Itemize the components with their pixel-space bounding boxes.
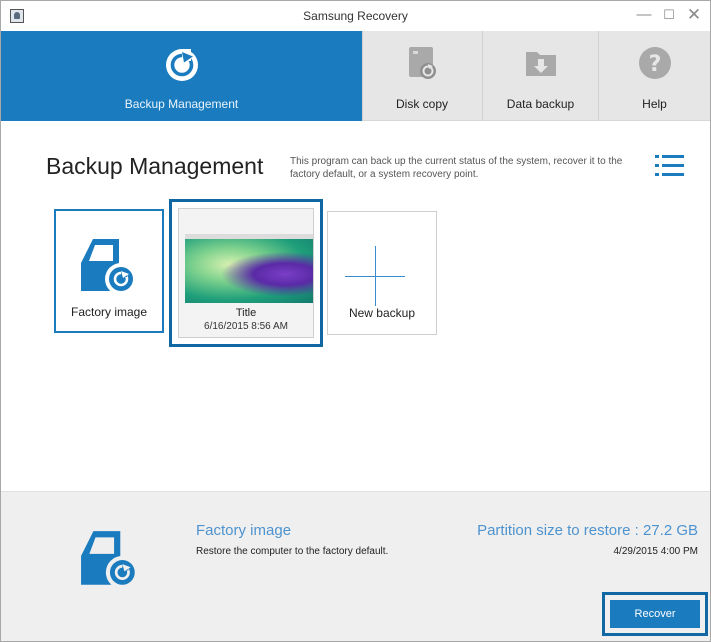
tile-label: Factory image xyxy=(70,305,148,319)
recover-button[interactable]: Recover xyxy=(610,600,700,628)
app-window: Samsung Recovery — ☐ ✕ Backup Management… xyxy=(0,0,711,642)
disk-copy-icon xyxy=(409,47,436,79)
tab-label: Help xyxy=(642,97,667,111)
menu-icon[interactable] xyxy=(655,154,685,178)
backup-tile[interactable]: Title 6/16/2015 8:56 AM xyxy=(178,208,314,338)
tab-label: Data backup xyxy=(506,97,575,111)
nav-divider xyxy=(362,31,363,121)
recover-button-highlight: Recover xyxy=(602,592,708,636)
tab-disk-copy[interactable]: Disk copy xyxy=(362,31,482,121)
new-backup-tile[interactable]: New backup xyxy=(327,211,437,335)
data-backup-icon xyxy=(525,52,556,76)
top-navigation: Backup Management Disk copy Data backup xyxy=(1,31,710,121)
factory-image-icon xyxy=(81,239,137,295)
page-title: Backup Management xyxy=(46,153,264,179)
help-icon: ? xyxy=(638,47,671,79)
selected-item-name: Factory image xyxy=(196,522,292,539)
tile-date: 6/16/2015 8:56 AM xyxy=(204,321,288,332)
tile-title: Title xyxy=(235,307,257,319)
restore-arrow-icon xyxy=(165,49,198,81)
tab-help[interactable]: ? Help xyxy=(599,31,710,121)
tab-backup-management[interactable]: Backup Management xyxy=(1,31,362,121)
tile-label: New backup xyxy=(348,306,416,320)
tab-data-backup[interactable]: Data backup xyxy=(483,31,598,121)
title-bar: Samsung Recovery — ☐ ✕ xyxy=(1,1,710,31)
factory-image-tile[interactable]: Factory image xyxy=(54,209,164,333)
partition-size: Partition size to restore : 27.2 GB xyxy=(477,522,698,539)
maximize-button[interactable]: ☐ xyxy=(657,5,681,25)
selected-item-description: Restore the computer to the factory defa… xyxy=(196,546,389,557)
svg-text:?: ? xyxy=(648,52,661,77)
backup-thumbnail xyxy=(185,239,313,303)
backup-tile-selection[interactable]: Title 6/16/2015 8:56 AM xyxy=(169,199,323,347)
window-title: Samsung Recovery xyxy=(303,9,408,23)
factory-image-icon xyxy=(81,531,139,589)
selected-item-date: 4/29/2015 4:00 PM xyxy=(613,546,698,557)
close-button[interactable]: ✕ xyxy=(682,5,706,25)
page-description: This program can back up the current sta… xyxy=(290,156,623,180)
tab-label: Disk copy xyxy=(395,97,448,111)
minimize-button[interactable]: — xyxy=(632,5,656,25)
tab-label: Backup Management xyxy=(124,97,239,111)
